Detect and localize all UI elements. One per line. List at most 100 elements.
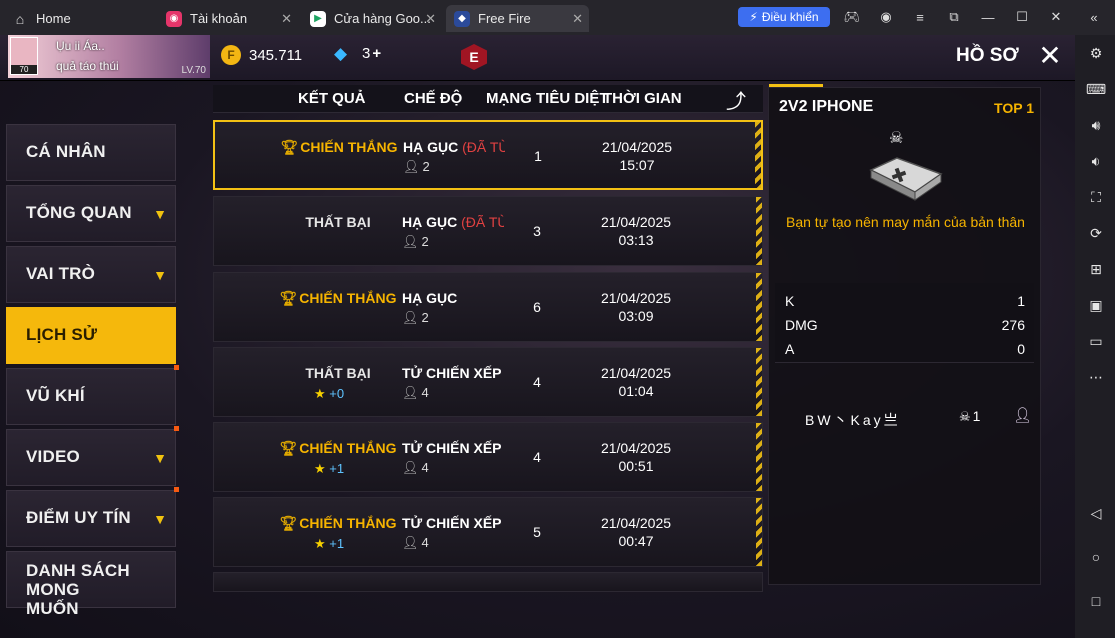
more-options-icon[interactable]: ⋯ xyxy=(1087,368,1105,386)
table-row[interactable]: 🏆︎CHIẾN THẮNG ★ +1 TỬ CHIẾN XẾP HẠ 👤︎4 4… xyxy=(213,422,763,492)
recents-icon[interactable]: □ xyxy=(1087,592,1105,610)
nav-label: VAI TRÒ xyxy=(26,264,96,283)
match-time: 00:47 xyxy=(618,533,654,549)
lightning-icon: ⚡ xyxy=(749,10,758,24)
match-mode: TỬ CHIẾN XẾP HẠ xyxy=(402,440,504,456)
stats-table: K1 DMG 276 A0 xyxy=(775,283,1034,363)
tab-label: Home xyxy=(36,11,71,26)
apk-install-icon[interactable]: ▣ xyxy=(1087,296,1105,314)
skull-icon: ☠ xyxy=(889,130,904,147)
stat-value: 276 xyxy=(1001,317,1025,333)
match-result: THẤT BẠI xyxy=(278,214,398,230)
person-icon: 👤︎ xyxy=(403,159,420,174)
kill-count: 4 xyxy=(533,374,541,390)
emulator-sidebar: ⚙ ⌨ 🔊︎ 🔉︎ ⛶ ⟳ ⊞ ▣ ▭ ⋯ ◁ ○ □ xyxy=(1075,35,1115,638)
screenshot-icon[interactable]: ⊞ xyxy=(1087,260,1105,278)
gold-coin-icon: F xyxy=(221,45,241,65)
volume-down-icon[interactable]: 🔉︎ xyxy=(1087,152,1105,170)
fullscreen-icon[interactable]: ⛶ xyxy=(1087,188,1105,206)
pip-icon[interactable]: ⧉ xyxy=(946,9,962,25)
maximize-icon[interactable]: ☐ xyxy=(1014,9,1030,25)
stat-value: 0 xyxy=(1017,341,1025,357)
mode-text: HẠ GỤC xyxy=(403,139,459,155)
teammate-kill-count: 1 xyxy=(972,408,981,424)
match-result: 🏆︎ CHIẾN THẮNG xyxy=(278,515,398,532)
close-window-icon[interactable]: ✕ xyxy=(1048,9,1064,25)
gamepad-icon[interactable]: 🎮︎ xyxy=(844,9,861,25)
screen-icon[interactable]: ▭ xyxy=(1087,332,1105,350)
match-time: 00:51 xyxy=(618,458,654,474)
selection-stripe xyxy=(755,122,761,188)
diamond-icon: ◆ xyxy=(334,43,348,63)
nav-role[interactable]: VAI TRÒ ▼ xyxy=(6,246,176,303)
table-row[interactable]: 🏆︎CHIẾN THẮNG HẠ GỤC (ĐÃ TỪ B 👤︎2 1 21/0… xyxy=(213,120,763,190)
stat-label: K xyxy=(785,293,795,309)
close-tab-icon[interactable]: ✕ xyxy=(425,11,436,27)
star-icon: ★ xyxy=(314,386,326,401)
rotate-icon[interactable]: ⟳ xyxy=(1087,224,1105,242)
notification-dot xyxy=(174,365,179,370)
home-circle-icon[interactable]: ○ xyxy=(1087,548,1105,566)
elite-pass-badge[interactable]: E xyxy=(461,44,487,70)
account-icon[interactable]: ◉ xyxy=(878,9,894,25)
result-text: CHIẾN THẮNG xyxy=(299,290,397,306)
add-diamond-button[interactable]: + xyxy=(372,45,381,62)
table-row[interactable]: 🏆︎ CHIẾN THẮNG HẠ GỤC 👤︎ 2 6 21/04/2025 03… xyxy=(213,272,763,342)
coffin-icon xyxy=(869,157,943,201)
player-count: 2 xyxy=(421,310,429,325)
volume-up-icon[interactable]: 🔊︎ xyxy=(1087,116,1105,134)
history-table-header: KẾT QUẢ CHẾ ĐỘ MẠNG TIÊU DIỆT THỜI GIAN … xyxy=(213,85,763,113)
tab-account[interactable]: ◉ Tài khoản ✕ xyxy=(158,5,298,32)
mode-text: HẠ GỤC xyxy=(402,290,458,306)
result-text: THẤT BẠI xyxy=(305,365,371,381)
player-profile-card[interactable]: 70 Ụu ii Áa.. quả táo thúi LV.70 xyxy=(8,35,210,78)
collapse-sidebar-icon[interactable]: « xyxy=(1086,9,1102,25)
abandoned-text: (ĐÃ TỪ B xyxy=(462,139,505,155)
trophy-icon: 🏆︎ xyxy=(279,440,298,456)
match-date: 21/04/2025 xyxy=(600,440,672,456)
diamond-counter[interactable]: ◆ 3 + xyxy=(334,43,381,63)
back-icon[interactable]: ◁ xyxy=(1087,504,1105,522)
person-icon: 👤︎ xyxy=(402,535,419,550)
nav-weapons[interactable]: VŨ KHÍ xyxy=(6,365,179,425)
nav-credit-score[interactable]: ĐIỂM UY TÍN ▼ xyxy=(6,487,179,547)
team-size: 👤︎ 2 xyxy=(402,310,429,326)
close-icon[interactable]: ✕ xyxy=(1036,42,1064,70)
team-size: 👤︎ 2 xyxy=(403,159,430,175)
tab-free-fire[interactable]: ◆ Free Fire ✕ xyxy=(446,5,589,32)
col-result: KẾT QUẢ xyxy=(298,90,366,107)
nav-personal[interactable]: CÁ NHÂN xyxy=(6,124,176,181)
tab-play-store[interactable]: ▶ Cửa hàng Goo... ✕ xyxy=(302,5,442,32)
control-button[interactable]: ⚡ Điều khiển xyxy=(738,7,830,27)
account-app-icon: ◉ xyxy=(166,10,182,27)
keyboard-icon[interactable]: ⌨ xyxy=(1086,80,1106,98)
stat-value: 1 xyxy=(1017,293,1025,309)
nav-overview[interactable]: TỔNG QUAN ▼ xyxy=(6,185,176,242)
table-row[interactable]: THẤT BẠI HẠ GỤC (ĐÃ TỪ B 👤︎2 3 21/04/202… xyxy=(213,196,763,266)
nav-wishlist[interactable]: DANH SÁCH MONG MUỐN xyxy=(6,551,176,618)
minimize-icon[interactable]: — xyxy=(980,9,996,25)
tab-home[interactable]: ⌂ Home xyxy=(12,5,152,32)
close-tab-icon[interactable]: ✕ xyxy=(281,11,292,27)
rank-change: +1 xyxy=(329,536,345,551)
rank-change: +1 xyxy=(329,461,345,476)
table-row[interactable]: 🏆︎CHIẾN THẮNG ★ +1 TỬ CHIẾN XẾP HẠ 👤︎4 5… xyxy=(213,497,763,567)
mode-text: TỬ CHIẾN XẾP HẠ xyxy=(402,440,504,456)
share-icon[interactable]: ⤴ xyxy=(726,85,754,113)
trophy-icon: 🏆︎ xyxy=(280,139,299,155)
match-date: 21/04/2025 xyxy=(600,290,672,306)
table-row-partial[interactable] xyxy=(213,572,763,592)
table-row[interactable]: THẤT BẠI ★ +0 TỬ CHIẾN XẾP HẠ 👤︎4 4 21/0… xyxy=(213,347,763,417)
result-text: CHIẾN THẮNG xyxy=(299,515,397,531)
add-friend-icon[interactable]: 👤︎ xyxy=(1013,406,1033,426)
settings-gear-icon[interactable]: ⚙ xyxy=(1087,44,1105,62)
row-stripe xyxy=(756,273,762,341)
nav-label: DANH SÁCH MONG MUỐN xyxy=(26,561,130,618)
nav-history[interactable]: LỊCH SỬ xyxy=(6,307,176,364)
person-icon: 👤︎ xyxy=(402,385,419,400)
mode-text: TỬ CHIẾN XẾP HẠ xyxy=(402,365,504,381)
teammate-kills: ☠ 1 xyxy=(959,408,980,425)
close-tab-icon[interactable]: ✕ xyxy=(572,11,583,27)
nav-video[interactable]: VIDEO ▼ xyxy=(6,426,179,486)
menu-icon[interactable]: ≡ xyxy=(912,9,928,25)
